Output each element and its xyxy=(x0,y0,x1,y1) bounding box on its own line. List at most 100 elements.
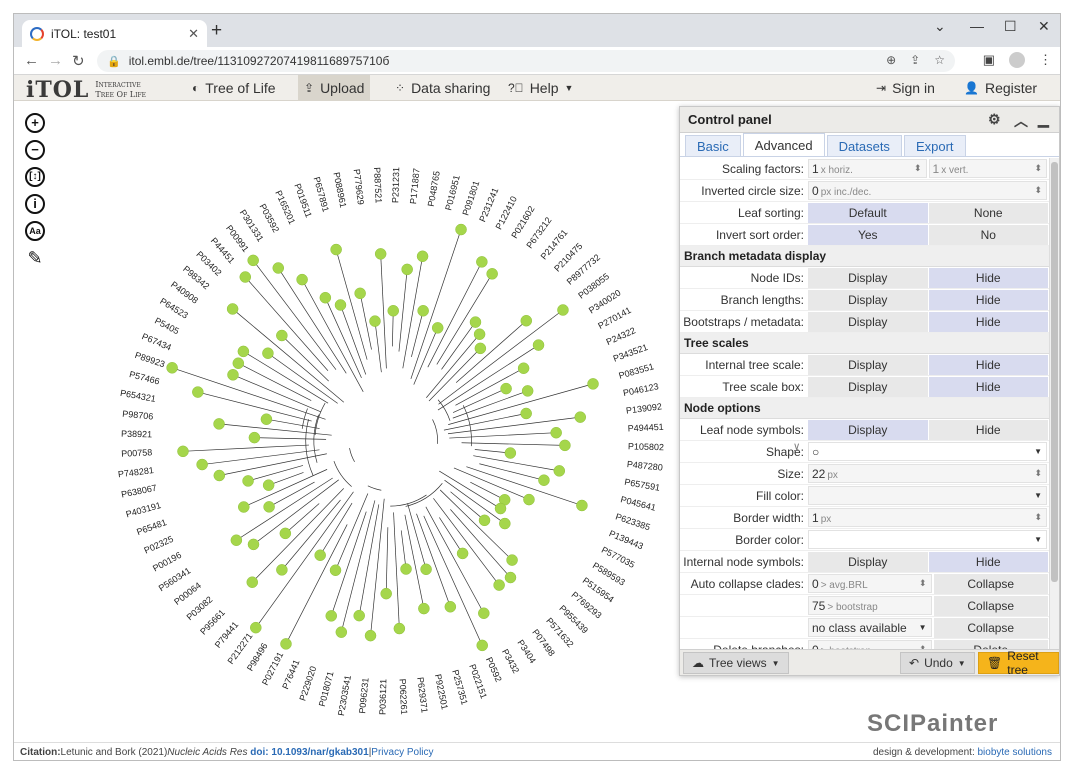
tree-branch[interactable] xyxy=(455,320,527,383)
leaf-node-symbol[interactable] xyxy=(473,328,486,340)
leaf-label[interactable]: P3404 xyxy=(515,638,538,665)
sidebar-icon[interactable]: ▣ xyxy=(983,52,995,68)
leaf-node-symbol[interactable] xyxy=(576,499,588,512)
leaf-node-symbol[interactable] xyxy=(238,501,250,513)
leaf-node-symbol[interactable] xyxy=(486,268,498,280)
border-color-picker[interactable]: ▼ xyxy=(808,530,1047,549)
url-field[interactable]: 🔒 itol.embl.de/tree/11310927207419811689… xyxy=(97,50,955,72)
leaf-node-symbol[interactable] xyxy=(559,439,571,452)
tab-datasets[interactable]: Datasets xyxy=(826,135,902,156)
tab-advanced[interactable]: Advanced xyxy=(742,133,825,156)
leaf-node-symbol[interactable] xyxy=(521,385,534,397)
tree-branch[interactable] xyxy=(433,498,500,586)
tree-branch[interactable] xyxy=(398,269,408,352)
leaf-node-symbol[interactable] xyxy=(574,411,587,423)
leaf-node-symbol[interactable] xyxy=(263,501,275,513)
leaf-label[interactable]: P5405 xyxy=(153,316,181,337)
leaf-node-symbol[interactable] xyxy=(353,609,365,622)
tree-branch[interactable] xyxy=(443,413,527,431)
leaf-node-symbol[interactable] xyxy=(418,602,430,615)
tree-views-button[interactable]: ☁ Tree views ▼ xyxy=(683,652,789,674)
nav-sign-in[interactable]: ⇥ Sign in xyxy=(870,75,941,101)
leaf-label[interactable]: P229020 xyxy=(297,665,318,702)
leaf-node-symbol[interactable] xyxy=(242,475,254,487)
leaf-label[interactable]: P091801 xyxy=(460,179,481,216)
leaf-label[interactable]: P638067 xyxy=(120,483,157,500)
class-select[interactable]: no class available ▼ xyxy=(808,618,932,637)
leaf-sort-default-button[interactable]: Default xyxy=(808,202,928,223)
leaf-node-symbol[interactable] xyxy=(314,549,326,561)
leaf-node-symbol[interactable] xyxy=(532,339,545,351)
tree-branch[interactable] xyxy=(444,479,506,524)
tree-branch[interactable] xyxy=(449,432,557,439)
leaf-node-symbol[interactable] xyxy=(325,610,338,622)
leaf-node-symbol[interactable] xyxy=(478,607,490,619)
collapse-panel-icon[interactable]: ︿ xyxy=(1014,111,1028,131)
leaf-label[interactable]: P403191 xyxy=(125,500,162,519)
tree-branch[interactable] xyxy=(473,455,560,472)
leaf-node-symbol[interactable] xyxy=(478,514,491,527)
tab-search-icon[interactable]: ⌄ xyxy=(934,18,946,35)
scale-box-display-button[interactable]: Display xyxy=(808,376,928,397)
leaf-node-symbol[interactable] xyxy=(196,458,208,471)
leaf-label[interactable]: P3432 xyxy=(500,647,521,675)
tree-branch[interactable] xyxy=(374,321,382,373)
leaf-label[interactable]: P00758 xyxy=(121,447,152,459)
leaf-symbols-hide-button[interactable]: Hide xyxy=(928,419,1048,440)
leaf-label[interactable]: P629371 xyxy=(415,676,429,713)
leaf-label[interactable]: P89923 xyxy=(134,350,167,369)
minimize-panel-icon[interactable]: ▁ xyxy=(1038,111,1049,128)
leaf-node-symbol[interactable] xyxy=(354,287,366,300)
leaf-label[interactable]: P083551 xyxy=(618,361,655,380)
fill-color-picker[interactable]: ▼ xyxy=(808,486,1047,505)
leaf-label[interactable]: P088961 xyxy=(331,171,348,208)
leaf-label[interactable]: P019511 xyxy=(292,182,313,219)
nav-register[interactable]: 👤 Register xyxy=(958,75,1043,101)
tree-branch[interactable] xyxy=(281,335,329,382)
reload-icon[interactable]: ↻ xyxy=(72,52,85,70)
leaf-node-symbol[interactable] xyxy=(334,299,347,311)
tree-branch[interactable] xyxy=(232,308,345,403)
leaf-node-symbol[interactable] xyxy=(369,315,381,327)
leaf-node-symbol[interactable] xyxy=(232,357,245,369)
tree-branch[interactable] xyxy=(335,493,369,571)
leaf-label[interactable]: P045641 xyxy=(620,494,657,513)
inverted-circle-input[interactable]: 0 px inc./dec. ⬍ xyxy=(808,181,1047,200)
leaf-label[interactable]: P171887 xyxy=(408,168,422,205)
bootstraps-hide-button[interactable]: Hide xyxy=(928,311,1048,332)
tree-branch[interactable] xyxy=(232,374,322,413)
leaf-node-symbol[interactable] xyxy=(387,305,399,317)
leaf-node-symbol[interactable] xyxy=(506,554,518,566)
back-icon[interactable]: ← xyxy=(24,52,39,69)
leaf-label[interactable]: P046123 xyxy=(622,381,659,398)
leaf-label[interactable]: P0592 xyxy=(484,656,504,684)
forward-icon[interactable]: → xyxy=(48,52,63,69)
leaf-node-symbol[interactable] xyxy=(260,413,273,425)
leaf-label[interactable]: P98706 xyxy=(122,409,154,422)
collapse-class-button[interactable]: Collapse xyxy=(933,617,1048,638)
tree-branch[interactable] xyxy=(319,502,353,556)
scaling-horiz-input[interactable]: 1x horiz. ⬍ xyxy=(808,159,927,178)
leaf-label[interactable]: P096231 xyxy=(357,677,371,714)
internal-symbols-display-button[interactable]: Display xyxy=(808,551,928,572)
spinner-icon[interactable]: ⬍ xyxy=(1034,185,1042,196)
tree-branch[interactable] xyxy=(385,527,389,594)
tree-branch[interactable] xyxy=(254,437,327,440)
reset-tree-button[interactable]: 🗑 Reset tree xyxy=(978,649,1059,677)
leaf-node-symbol[interactable] xyxy=(587,378,599,390)
leaf-label[interactable]: P02325 xyxy=(142,534,174,556)
leaf-node-symbol[interactable] xyxy=(538,474,550,486)
border-width-input[interactable]: 1 px ⬍ xyxy=(808,508,1047,527)
leaf-node-symbol[interactable] xyxy=(250,621,262,634)
more-menu-icon[interactable]: ⋮ xyxy=(1039,52,1052,68)
leaf-node-symbol[interactable] xyxy=(456,547,469,560)
leaf-node-symbol[interactable] xyxy=(230,534,243,546)
leaf-node-symbol[interactable] xyxy=(177,445,189,458)
leaf-label[interactable]: P494451 xyxy=(627,422,664,434)
leaf-label[interactable]: P257351 xyxy=(450,669,469,706)
bootstrap-threshold-input[interactable]: 75 > bootstrap xyxy=(808,596,932,615)
tree-branch[interactable] xyxy=(411,310,424,358)
minimize-icon[interactable]: — xyxy=(970,18,984,34)
leaf-sort-none-button[interactable]: None xyxy=(928,202,1048,223)
tree-branch[interactable] xyxy=(400,530,407,570)
